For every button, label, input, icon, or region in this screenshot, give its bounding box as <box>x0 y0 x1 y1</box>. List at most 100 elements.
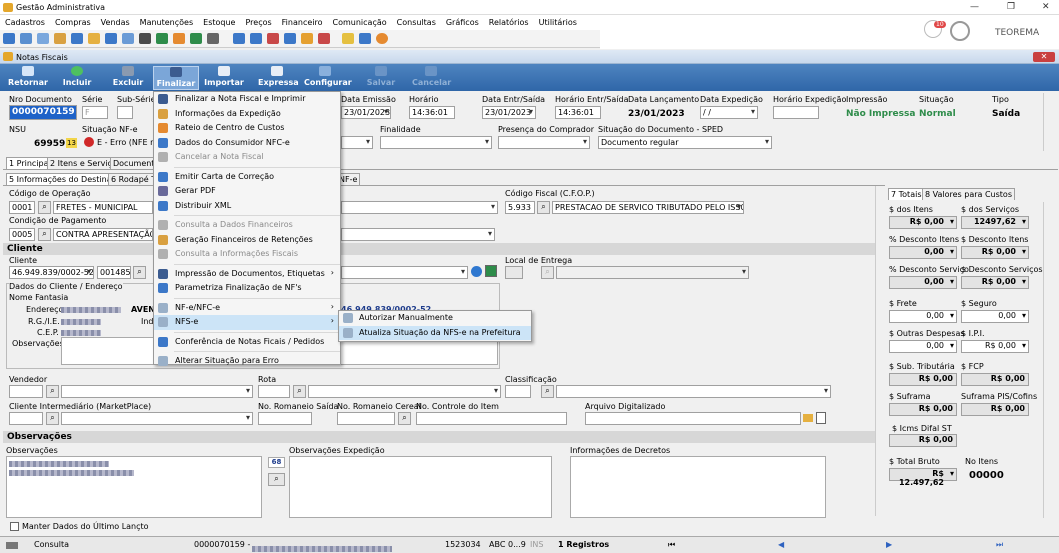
totals-scrollbar[interactable] <box>1043 202 1053 518</box>
configurar-button[interactable]: Configurar <box>304 66 352 87</box>
menu-cancelar-nota[interactable]: Cancelar a Nota Fiscal <box>154 150 340 165</box>
favorite-icon[interactable] <box>342 33 354 44</box>
incluir-button[interactable]: Incluir <box>62 66 92 87</box>
menu-info-expedicao[interactable]: Informações da Expedição <box>154 107 340 122</box>
cod-op-select-ext[interactable] <box>341 201 498 214</box>
menu-rateio[interactable]: Rateio de Centro de Custos <box>154 121 340 136</box>
vendedor-select[interactable] <box>61 385 253 398</box>
first-record-button[interactable]: ⏮ <box>668 540 675 550</box>
dos-servicos-value[interactable]: 12497,62 <box>961 216 1029 229</box>
vendedor-code[interactable] <box>9 385 43 398</box>
file-icon[interactable] <box>816 412 826 424</box>
cancelar-button[interactable]: Cancelar <box>412 66 451 87</box>
calendar-icon[interactable] <box>267 33 279 44</box>
salvar-button[interactable]: Salvar <box>366 66 396 87</box>
romcer-input[interactable] <box>337 412 395 425</box>
print-icon[interactable] <box>37 33 49 44</box>
intermediario-select[interactable] <box>61 412 253 425</box>
menu-relatorios[interactable]: Relatórios <box>484 15 534 27</box>
retornar-button[interactable]: Retornar <box>8 66 48 87</box>
cliente-doc-select[interactable]: 46.949.839/0002-52 <box>9 266 94 279</box>
search-rota-button[interactable]: ⌕ <box>293 385 306 398</box>
export-icon[interactable] <box>359 33 371 44</box>
vdesc-serv-value[interactable]: R$ 0,00 <box>961 276 1029 289</box>
menu-financeiro[interactable]: Financeiro <box>277 15 328 27</box>
search-cod-op-button[interactable]: ⌕ <box>38 201 51 214</box>
hora-es-input[interactable]: 14:36:01 <box>555 106 601 119</box>
modelo-select[interactable] <box>341 136 373 149</box>
cfop-desc[interactable]: PRESTACAO DE SERVICO TRIBUTADO PELO ISSQ… <box>552 201 744 214</box>
menu-precos[interactable]: Preços <box>240 15 276 27</box>
desc-serv-value[interactable]: 0,00 <box>889 276 957 289</box>
expressa-button[interactable]: Expressa <box>258 66 299 87</box>
menu-finalizar-imprimir[interactable]: Finalizar a Nota Fiscal e Imprimir <box>154 92 340 107</box>
manter-checkbox[interactable] <box>10 522 19 531</box>
maximize-button[interactable]: ❐ <box>1007 2 1015 12</box>
arquivo-input[interactable] <box>585 412 801 425</box>
menu-utilitarios[interactable]: Utilitários <box>534 15 582 27</box>
search-cfop-button[interactable]: ⌕ <box>537 201 550 214</box>
calc-icon[interactable] <box>139 33 151 44</box>
menu-consulta-financeiros[interactable]: Consulta a Dados Financeiros <box>154 218 340 233</box>
printer-icon[interactable] <box>207 33 219 44</box>
tab-valores-custos[interactable]: 8 Valores para Custos <box>922 188 1015 200</box>
obs-textarea[interactable] <box>6 456 262 518</box>
menu-consumidor-nfce[interactable]: Dados do Consumidor NFC-e <box>154 136 340 151</box>
search-interm-button[interactable]: ⌕ <box>46 412 59 425</box>
menu-carta-correcao[interactable]: Emitir Carta de Correção <box>154 170 340 185</box>
user-avatar-icon[interactable] <box>950 21 970 41</box>
horario-input[interactable]: 14:36:01 <box>409 106 455 119</box>
classificacao-code[interactable] <box>505 385 531 398</box>
serie-input[interactable]: F <box>82 106 108 119</box>
menu-distribuir-xml[interactable]: Distribuir XML <box>154 199 340 214</box>
classificacao-select[interactable] <box>556 385 831 398</box>
tab-totais[interactable]: 7 Totais <box>888 188 925 200</box>
decretos-textarea[interactable] <box>570 456 826 518</box>
report-icon[interactable] <box>284 33 296 44</box>
tree-icon[interactable] <box>485 265 497 277</box>
cfop-input[interactable]: 5.933 <box>505 201 535 214</box>
total-bruto-value[interactable]: R$ 12.497,62 <box>889 468 957 487</box>
folder-open-icon[interactable] <box>803 414 813 422</box>
menu-graficos[interactable]: Gráficos <box>441 15 484 27</box>
menu-autorizar-manual[interactable]: Autorizar Manualmente <box>339 311 531 326</box>
close-child-button[interactable]: ✕ <box>1033 52 1055 62</box>
star-icon[interactable] <box>88 33 100 44</box>
help-icon[interactable] <box>376 33 388 44</box>
cond-select-ext[interactable] <box>341 228 495 241</box>
cart-icon[interactable] <box>122 33 134 44</box>
minimize-button[interactable]: — <box>970 2 979 12</box>
nro-doc-input[interactable]: 0000070159 <box>9 105 77 120</box>
open-icon[interactable] <box>20 33 32 44</box>
rota-select[interactable] <box>308 385 501 398</box>
menu-vendas[interactable]: Vendas <box>96 15 135 27</box>
emissao-input[interactable]: 23/01/2023 <box>341 106 391 119</box>
importar-button[interactable]: Importar <box>203 66 245 87</box>
search-class-button[interactable]: ⌕ <box>541 385 554 398</box>
menu-cadastros[interactable]: Cadastros <box>0 15 50 27</box>
users-icon[interactable] <box>105 33 117 44</box>
intermediario-code[interactable] <box>9 412 43 425</box>
menu-gerar-pdf[interactable]: Gerar PDF <box>154 184 340 199</box>
last-record-button[interactable]: ⏭ <box>996 540 1003 550</box>
search-obs-button[interactable]: ⌕ <box>268 473 285 486</box>
finalidade-select[interactable] <box>380 136 492 149</box>
menu-nfe-nfce[interactable]: NF-e/NFC-e › <box>154 301 340 316</box>
rota-code[interactable] <box>258 385 290 398</box>
menu-consultas[interactable]: Consultas <box>392 15 441 27</box>
expedicao-input[interactable]: / / <box>700 106 758 119</box>
next-record-button[interactable]: ▶ <box>886 540 892 549</box>
menu-compras[interactable]: Compras <box>50 15 96 27</box>
menu-comunicacao[interactable]: Comunicação <box>328 15 392 27</box>
grid-icon[interactable] <box>250 33 262 44</box>
search-romcer-button[interactable]: ⌕ <box>398 412 411 425</box>
search-local-button[interactable]: ⌕ <box>541 266 554 279</box>
menu-geracao-retencoes[interactable]: Geração Financeiros de Retenções <box>154 233 340 248</box>
menu-nfse[interactable]: NFS-e › <box>154 315 340 330</box>
romaneio-input[interactable] <box>258 412 312 425</box>
info-icon[interactable] <box>471 266 482 277</box>
menu-estoque[interactable]: Estoque <box>198 15 240 27</box>
cod-op-input[interactable]: 0001 <box>9 201 35 214</box>
cliente-cod-input[interactable]: 0014857 <box>97 266 131 279</box>
search-vendedor-button[interactable]: ⌕ <box>46 385 59 398</box>
